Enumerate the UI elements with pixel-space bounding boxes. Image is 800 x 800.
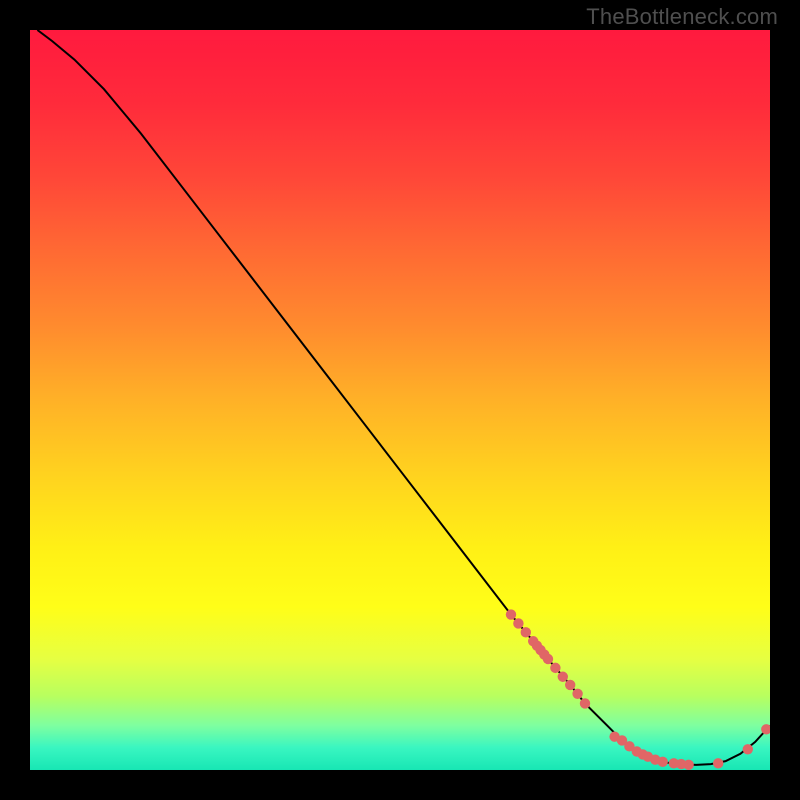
data-point (743, 744, 753, 754)
data-point (658, 757, 668, 767)
gradient-rect (30, 30, 770, 770)
watermark-text: TheBottleneck.com (586, 4, 778, 30)
data-point (683, 760, 693, 770)
data-point (521, 627, 531, 637)
data-point (550, 663, 560, 673)
bottleneck-chart (30, 30, 770, 770)
data-point (543, 654, 553, 664)
data-point (506, 609, 516, 619)
data-point (513, 618, 523, 628)
data-point (565, 680, 575, 690)
data-point (572, 689, 582, 699)
chart-frame (20, 20, 780, 780)
data-point (558, 672, 568, 682)
data-point (580, 698, 590, 708)
data-point (713, 758, 723, 768)
